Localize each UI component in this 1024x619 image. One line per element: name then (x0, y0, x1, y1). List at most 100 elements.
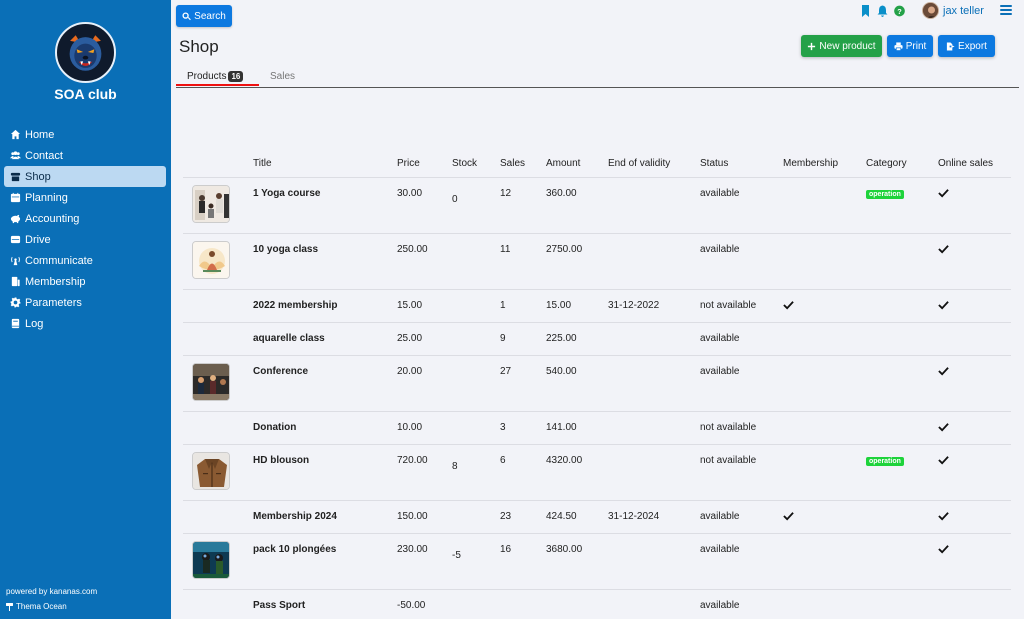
product-membership (783, 288, 866, 322)
product-stock-text: 0 (452, 193, 458, 205)
product-end-of-validity (608, 588, 700, 619)
drive-icon (9, 234, 22, 246)
bell-icon[interactable] (877, 5, 888, 17)
product-thumbnail[interactable] (192, 184, 230, 223)
product-image-cell (183, 443, 253, 500)
export-button[interactable]: Export (938, 35, 995, 57)
table-row[interactable]: Conference 20.00 27 540.00 available (183, 354, 1011, 411)
search-button[interactable]: Search (176, 5, 232, 27)
column-header-stock[interactable]: Stock (452, 150, 500, 177)
product-online-sales (938, 532, 1011, 589)
check-icon (783, 300, 794, 310)
column-header-status[interactable]: Status (700, 150, 783, 177)
column-header-title[interactable]: Title (253, 150, 397, 177)
product-title[interactable]: 2022 membership (253, 288, 397, 322)
club-logo[interactable] (55, 22, 116, 83)
product-status: available (700, 499, 783, 533)
new-product-button[interactable]: New product (801, 35, 882, 57)
product-membership (783, 443, 866, 500)
product-title[interactable]: pack 10 plongées (253, 532, 397, 589)
sidebar-item-shop[interactable]: Shop (4, 166, 166, 187)
table-row[interactable]: 2022 membership 15.00 1 15.00 31-12-2022 not … (183, 288, 1011, 322)
product-stock (452, 232, 500, 289)
sidebar-item-membership[interactable]: Membership (4, 271, 166, 292)
product-title[interactable]: Conference (253, 354, 397, 411)
product-title[interactable]: 1 Yoga course (253, 176, 397, 233)
sidebar-item-communicate[interactable]: Communicate (4, 250, 166, 271)
category-badge: operation (866, 189, 904, 199)
sidebar-nav: Home Contact Shop Planning Accounting Dr… (4, 124, 166, 334)
product-sales-text: 16 (500, 543, 512, 555)
piggy-bank-icon (9, 213, 22, 225)
hamburger-menu-icon[interactable] (1000, 5, 1012, 15)
product-title[interactable]: aquarelle class (253, 321, 397, 355)
product-price-text: 15.00 (397, 299, 423, 311)
column-header-sales[interactable]: Sales (500, 150, 546, 177)
print-label: Print (905, 40, 927, 52)
sidebar-item-label: Log (25, 317, 44, 330)
product-status: available (700, 354, 783, 411)
product-thumbnail[interactable] (192, 540, 230, 579)
product-thumbnail[interactable] (192, 362, 230, 401)
sidebar-item-log[interactable]: Log (4, 313, 166, 334)
sidebar-item-parameters[interactable]: Parameters (4, 292, 166, 313)
table-row[interactable]: aquarelle class 25.00 9 225.00 available (183, 321, 1011, 355)
user-menu[interactable]: jax teller (922, 2, 984, 19)
sidebar-item-planning[interactable]: Planning (4, 187, 166, 208)
check-icon (938, 455, 949, 465)
theme-label: Thema Ocean (16, 602, 67, 611)
table-row[interactable]: Membership 2024 150.00 23 424.50 31-12-2024 a… (183, 499, 1011, 533)
product-title[interactable]: 10 yoga class (253, 232, 397, 289)
product-sales-text: 27 (500, 365, 512, 377)
product-online-sales (938, 443, 1011, 500)
product-thumbnail[interactable] (192, 240, 230, 279)
product-sales: 3 (500, 410, 546, 444)
product-status-text: not available (700, 299, 757, 311)
sidebar-item-home[interactable]: Home (4, 124, 166, 145)
table-row[interactable]: Pass Sport -50.00 available (183, 588, 1011, 619)
product-title[interactable]: Donation (253, 410, 397, 444)
table-row[interactable]: HD blouson 720.00 8 6 4320.00 not available op… (183, 443, 1011, 500)
tab-sales[interactable]: Sales (270, 71, 295, 88)
product-status: not available (700, 443, 783, 500)
product-sales: 11 (500, 232, 546, 289)
product-sales-text: 12 (500, 187, 512, 199)
sidebar-item-label: Drive (25, 233, 51, 246)
column-header-membership[interactable]: Membership (783, 150, 866, 177)
column-header-online-sales[interactable]: Online sales (938, 150, 1011, 177)
column-header-price[interactable]: Price (397, 150, 452, 177)
product-amount: 3680.00 (546, 532, 608, 589)
product-amount-text: 424.50 (546, 510, 577, 522)
theme-selector[interactable]: Thema Ocean (6, 602, 67, 611)
column-header-category[interactable]: Category (866, 150, 938, 177)
product-title[interactable]: Pass Sport (253, 588, 397, 619)
product-title[interactable]: Membership 2024 (253, 499, 397, 533)
product-price-text: 150.00 (397, 510, 428, 522)
sidebar-item-label: Membership (25, 275, 86, 288)
table-row[interactable]: 1 Yoga course 30.00 0 12 360.00 available oper… (183, 176, 1011, 233)
print-button[interactable]: Print (887, 35, 933, 57)
help-icon[interactable]: ? (894, 5, 905, 17)
product-title-text: 1 Yoga course (253, 187, 321, 199)
shop-icon (9, 171, 22, 183)
sidebar-item-contact[interactable]: Contact (4, 145, 166, 166)
product-sales-text: 11 (500, 243, 511, 255)
product-sales (500, 588, 546, 619)
product-title[interactable]: HD blouson (253, 443, 397, 500)
product-price-text: 230.00 (397, 543, 428, 555)
sidebar-item-accounting[interactable]: Accounting (4, 208, 166, 229)
sidebar-item-drive[interactable]: Drive (4, 229, 166, 250)
bookmark-icon[interactable] (860, 5, 871, 17)
page-title: Shop (179, 37, 219, 56)
product-stock: -5 (452, 532, 500, 589)
product-image-cell (183, 410, 253, 444)
sidebar-item-label: Contact (25, 149, 63, 162)
product-thumbnail[interactable] (192, 451, 230, 490)
table-row[interactable]: 10 yoga class 250.00 11 2750.00 available (183, 232, 1011, 289)
table-row[interactable]: pack 10 plongées 230.00 -5 16 3680.00 availab… (183, 532, 1011, 589)
product-price: 20.00 (397, 354, 452, 411)
table-row[interactable]: Donation 10.00 3 141.00 not available (183, 410, 1011, 444)
powered-by-link[interactable]: powered by kananas.com (6, 587, 97, 596)
column-header-end-of-validity[interactable]: End of validity (608, 150, 700, 177)
column-header-amount[interactable]: Amount (546, 150, 608, 177)
